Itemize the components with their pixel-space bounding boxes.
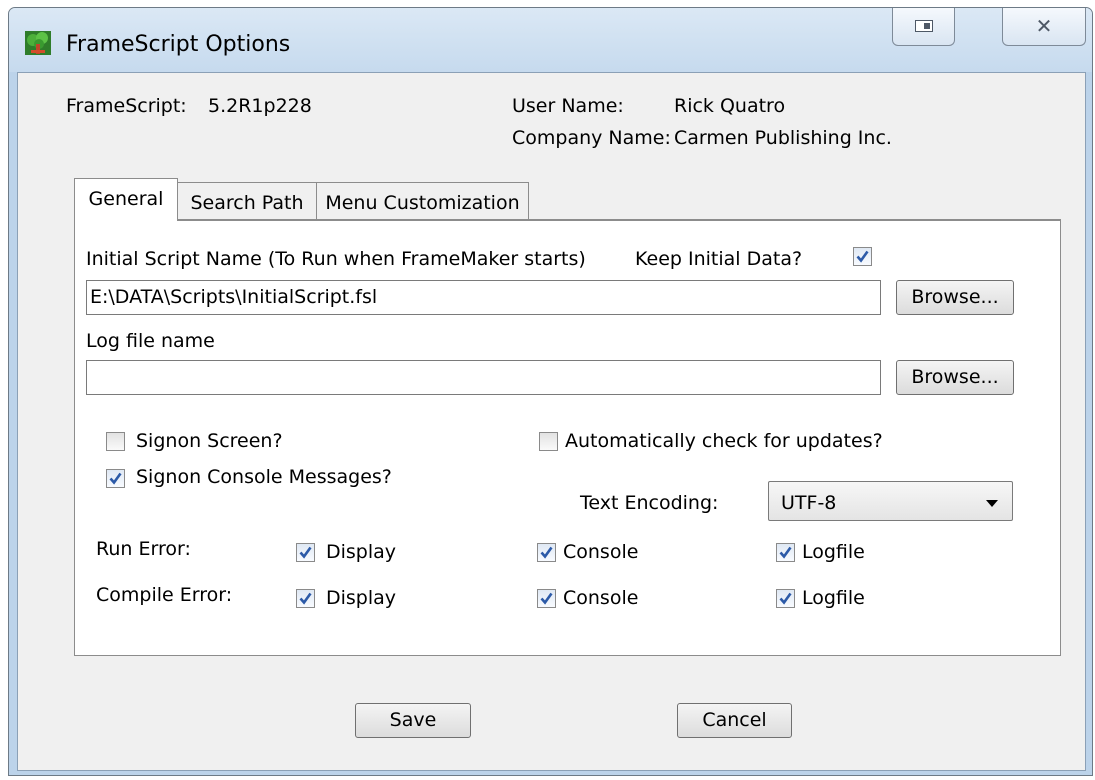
checkmark-icon [299, 592, 312, 605]
close-icon: ✕ [1035, 14, 1053, 38]
checkmark-icon [779, 546, 792, 559]
tab-menu-customization[interactable]: Menu Customization [316, 182, 529, 220]
user-name-label: User Name: [512, 95, 624, 117]
checkmark-icon [540, 546, 553, 559]
keep-initial-data-checkbox[interactable] [853, 247, 872, 266]
signon-screen-checkbox[interactable] [106, 432, 125, 451]
auto-update-checkbox[interactable] [539, 432, 558, 451]
chevron-down-icon [986, 500, 998, 507]
keep-initial-data-label: Keep Initial Data? [635, 248, 803, 270]
checkmark-icon [299, 546, 312, 559]
cancel-button[interactable]: Cancel [677, 703, 792, 738]
compile-error-label: Compile Error: [96, 584, 233, 606]
checkmark-icon [856, 250, 869, 263]
tab-search-path[interactable]: Search Path [177, 182, 317, 220]
compile-error-display-checkbox[interactable] [296, 589, 315, 608]
auto-update-label: Automatically check for updates? [565, 430, 883, 452]
signon-console-checkbox[interactable] [106, 469, 125, 488]
initial-script-label: Initial Script Name (To Run when FrameMa… [86, 248, 586, 270]
title-bar[interactable]: FrameScript Options ✕ [9, 8, 1092, 72]
run-error-console-checkbox[interactable] [537, 543, 556, 562]
run-error-console-label: Console [563, 541, 639, 563]
run-error-logfile-label: Logfile [802, 541, 865, 563]
tab-general[interactable]: General [74, 178, 178, 221]
framescript-tree-icon [25, 31, 51, 55]
dialog-body: FrameScript: 5.2R1p228 User Name: Rick Q… [17, 72, 1086, 771]
version-label: FrameScript: [66, 95, 187, 117]
checkmark-icon [109, 472, 122, 485]
text-encoding-value: UTF-8 [781, 492, 837, 514]
dialog-window: FrameScript Options ✕ FrameScript: 5.2R1… [8, 7, 1093, 776]
save-button[interactable]: Save [355, 703, 471, 738]
company-name-label: Company Name: [512, 127, 671, 149]
run-error-display-label: Display [326, 541, 397, 563]
compile-error-logfile-checkbox[interactable] [776, 589, 795, 608]
window-title: FrameScript Options [66, 32, 291, 57]
run-error-label: Run Error: [96, 538, 191, 560]
general-tab-panel: Initial Script Name (To Run when FrameMa… [74, 219, 1061, 656]
initial-script-browse-button[interactable]: Browse... [896, 280, 1014, 315]
restore-icon [914, 20, 933, 32]
log-file-label: Log file name [86, 330, 215, 352]
run-error-display-checkbox[interactable] [296, 543, 315, 562]
company-name-value: Carmen Publishing Inc. [674, 127, 892, 149]
text-encoding-select[interactable]: UTF-8 [768, 481, 1013, 521]
checkmark-icon [540, 592, 553, 605]
compile-error-display-label: Display [326, 587, 397, 609]
compile-error-console-label: Console [563, 587, 639, 609]
log-file-browse-button[interactable]: Browse... [896, 360, 1014, 395]
initial-script-input[interactable]: E:\DATA\Scripts\InitialScript.fsl [86, 280, 881, 315]
text-encoding-label: Text Encoding: [580, 492, 719, 514]
close-button[interactable]: ✕ [1002, 8, 1086, 46]
checkmark-icon [779, 592, 792, 605]
user-name-value: Rick Quatro [674, 95, 786, 117]
signon-screen-label: Signon Screen? [136, 430, 283, 452]
compile-error-logfile-label: Logfile [802, 587, 865, 609]
compile-error-console-checkbox[interactable] [537, 589, 556, 608]
run-error-logfile-checkbox[interactable] [776, 543, 795, 562]
signon-console-label: Signon Console Messages? [136, 466, 392, 488]
restore-button[interactable] [892, 8, 955, 46]
version-value: 5.2R1p228 [208, 95, 312, 117]
log-file-input[interactable] [86, 360, 881, 395]
